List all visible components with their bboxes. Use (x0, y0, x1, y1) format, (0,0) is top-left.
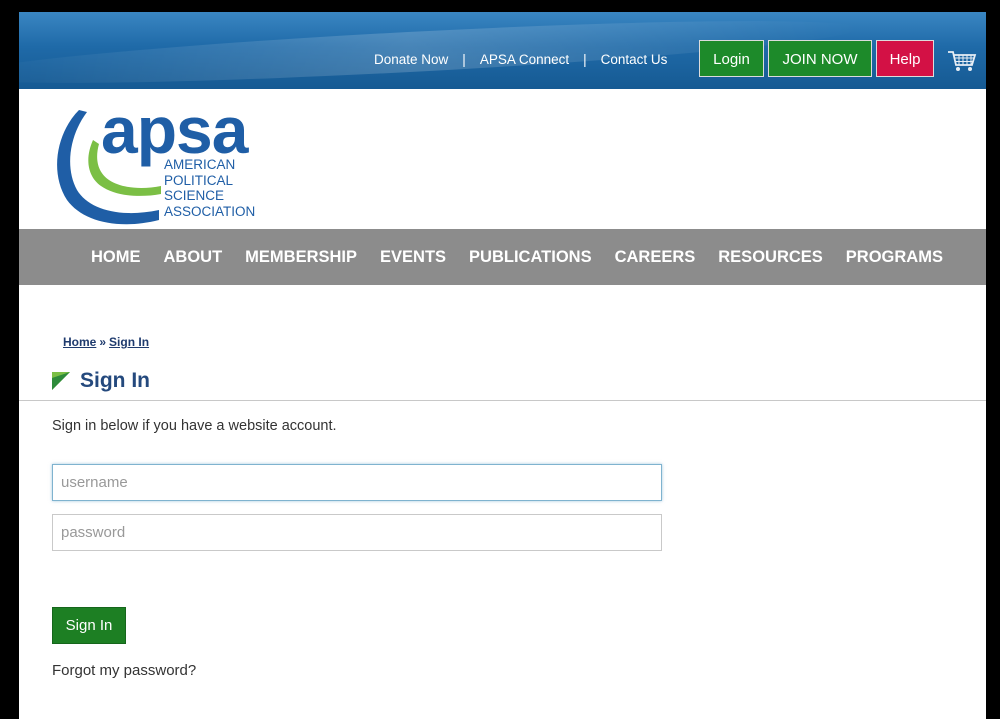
title-flag-icon (52, 372, 70, 390)
nav-item-home[interactable]: HOME (91, 248, 141, 267)
join-now-button[interactable]: JOIN NOW (768, 40, 872, 77)
screenshot-frame-top (0, 0, 1000, 12)
breadcrumb-current-link[interactable]: Sign In (109, 335, 149, 349)
link-separator: | (462, 51, 466, 67)
donate-now-link[interactable]: Donate Now (374, 52, 448, 67)
screenshot-frame-right (986, 0, 1000, 719)
nav-item-about[interactable]: ABOUT (164, 248, 223, 267)
utility-links: Donate Now | APSA Connect | Contact Us (374, 50, 667, 68)
screenshot-frame-left (0, 0, 19, 719)
breadcrumb: Home» Sign In (63, 335, 149, 349)
logo-line: POLITICAL (164, 172, 234, 188)
page-title-row: Sign In (52, 368, 150, 394)
nav-item-events[interactable]: EVENTS (380, 248, 446, 267)
contact-us-link[interactable]: Contact Us (601, 52, 668, 67)
link-separator: | (583, 51, 587, 67)
logo-line: AMERICAN (164, 157, 236, 172)
help-button[interactable]: Help (876, 40, 934, 77)
password-input[interactable] (52, 514, 662, 551)
nav-item-membership[interactable]: MEMBERSHIP (245, 248, 357, 267)
breadcrumb-separator: » (99, 335, 107, 349)
nav-item-programs[interactable]: PROGRAMS (846, 248, 943, 267)
apsa-logo[interactable]: apsa AMERICAN POLITICAL SCIENCE ASSOCIAT… (49, 93, 289, 232)
sign-in-button[interactable]: Sign In (52, 607, 126, 644)
page: Donate Now | APSA Connect | Contact Us L… (19, 12, 986, 719)
forgot-password-link[interactable]: Forgot my password? (52, 662, 196, 679)
login-button[interactable]: Login (699, 40, 764, 77)
page-title: Sign In (80, 369, 150, 392)
nav-item-resources[interactable]: RESOURCES (718, 248, 823, 267)
main-navigation: HOME ABOUT MEMBERSHIP EVENTS PUBLICATION… (19, 229, 986, 285)
apsa-connect-link[interactable]: APSA Connect (480, 52, 569, 67)
nav-item-publications[interactable]: PUBLICATIONS (469, 248, 592, 267)
top-utility-bar: Donate Now | APSA Connect | Contact Us L… (19, 12, 986, 89)
title-divider (19, 400, 986, 401)
logo-line: ASSOCIATION (164, 203, 256, 219)
logo-org-name: AMERICAN POLITICAL SCIENCE ASSOCIATION (164, 157, 255, 219)
logo-line: SCIENCE (164, 188, 225, 203)
cart-icon[interactable] (947, 49, 977, 73)
breadcrumb-home-link[interactable]: Home (63, 335, 96, 349)
username-input[interactable] (52, 464, 662, 501)
nav-item-careers[interactable]: CAREERS (615, 248, 696, 267)
intro-text: Sign in below if you have a website acco… (52, 418, 337, 434)
